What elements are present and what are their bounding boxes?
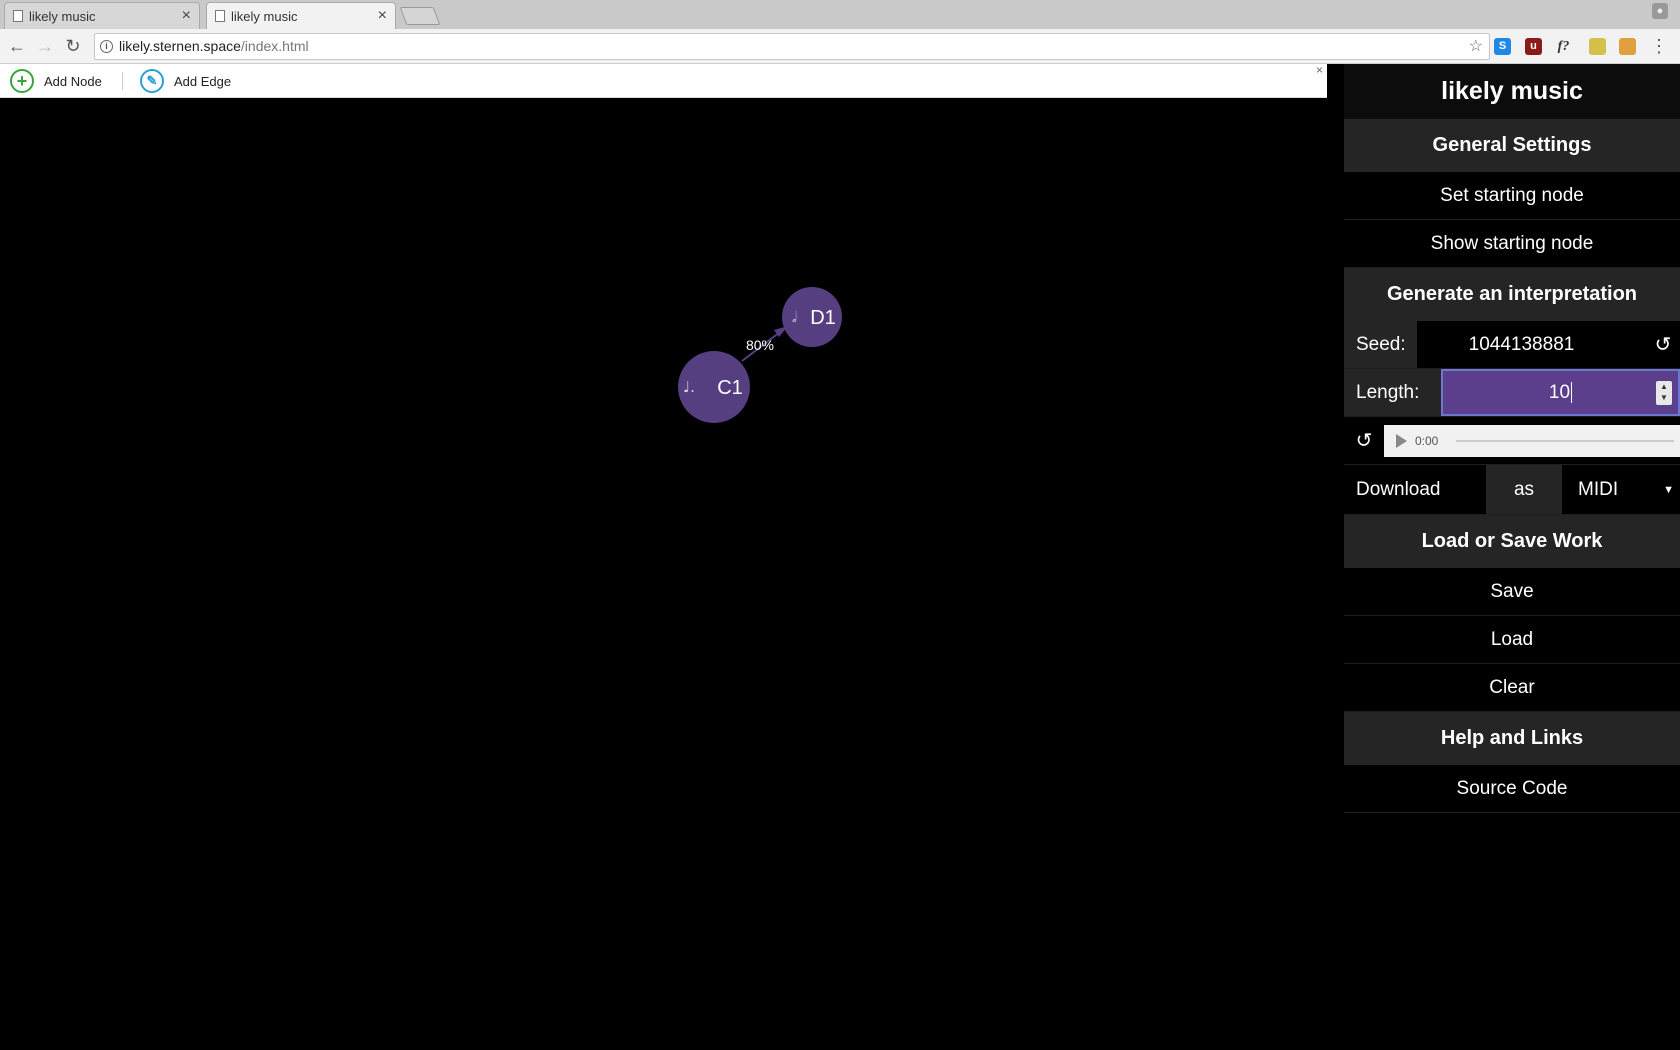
add-node-label: Add Node [44,73,102,89]
audio-row: ↺ 0:00 [1344,417,1680,465]
general-settings-header: General Settings [1344,119,1680,172]
tab-title: likely music [231,8,298,24]
source-code-link[interactable]: Source Code [1344,765,1680,813]
graph-node-c1[interactable]: ♩. C1 [678,351,750,423]
add-node-button[interactable]: + Add Node [10,68,102,94]
audio-player[interactable]: 0:00 [1384,424,1680,457]
reload-icon[interactable]: ↻ [62,35,84,57]
edge-label: 80% [746,337,774,353]
font-extension-icon[interactable]: f? [1555,38,1572,55]
node-note-icon: ♩. [683,378,695,396]
play-icon[interactable] [1396,433,1407,448]
format-select[interactable]: MIDI ▼ [1562,465,1680,514]
close-tab-icon[interactable]: × [182,7,191,25]
add-edge-label: Add Edge [174,73,232,89]
app-title: likely music [1344,64,1680,119]
set-starting-node-button[interactable]: Set starting node [1344,172,1680,220]
browser-tabstrip: likely music × likely music × ● [0,0,1680,29]
url-path: /index.html [240,38,309,54]
page-icon [13,10,23,22]
audio-time: 0:00 [1415,433,1439,448]
info-icon[interactable]: i [100,40,113,53]
help-header: Help and Links [1344,712,1680,765]
show-starting-node-button[interactable]: Show starting node [1344,220,1680,268]
length-value: 10 [1548,382,1571,403]
avatar-extension-icon[interactable] [1619,38,1636,55]
audio-progress-bar[interactable] [1456,439,1674,442]
dropdown-caret-icon: ▼ [1663,484,1674,496]
add-edge-icon: ✎ [140,69,164,93]
seed-row: Seed: 1044138881 ↺ [1344,321,1680,369]
load-button[interactable]: Load [1344,616,1680,664]
toolbar-divider [122,72,123,90]
close-toolbar-icon[interactable]: × [1316,63,1323,77]
format-value: MIDI [1578,479,1619,500]
sidebar: likely music General Settings Set starti… [1344,64,1680,813]
ublock-extension-icon[interactable]: u [1525,38,1542,55]
tab-title: likely music [29,8,96,24]
add-edge-button[interactable]: ✎ Add Edge [140,68,231,94]
length-stepper[interactable]: ▲ ▼ [1656,381,1672,405]
length-label: Length: [1344,369,1441,416]
skype-extension-icon[interactable]: S [1494,38,1511,55]
text-cursor [1571,382,1573,403]
seed-input[interactable]: 1044138881 [1417,321,1646,368]
hat-extension-icon[interactable] [1589,38,1606,55]
seed-label: Seed: [1344,321,1417,368]
back-icon[interactable]: ← [6,35,28,57]
browser-menu-icon[interactable]: ⋮ [1650,36,1668,57]
graph-svg[interactable]: 80% 𝅗𝅥 D1 ♩. C1 [0,98,1327,1050]
graph-canvas[interactable]: 80% 𝅗𝅥 D1 ♩. C1 [0,98,1327,1050]
graph-node-d1[interactable]: 𝅗𝅥 D1 [782,287,842,347]
reroll-seed-icon[interactable]: ↺ [1646,321,1680,368]
graph-toolbar: + Add Node ✎ Add Edge × [0,63,1327,98]
node-label: D1 [810,307,836,329]
add-node-icon: + [10,69,34,93]
url-host: likely.sternen.space [119,38,241,54]
node-label: C1 [717,377,743,399]
address-bar[interactable]: i likely.sternen.space/index.html ☆ [94,33,1490,60]
browser-toolbar: ← → ↻ i likely.sternen.space/index.html … [0,29,1680,64]
page-icon [215,10,225,22]
forward-icon[interactable]: → [34,35,56,57]
download-button[interactable]: Download [1344,465,1486,514]
browser-tab[interactable]: likely music × [4,2,200,29]
load-save-header: Load or Save Work [1344,515,1680,568]
generate-header: Generate an interpretation [1344,268,1680,321]
save-button[interactable]: Save [1344,568,1680,616]
as-label: as [1486,465,1562,514]
browser-tab-active[interactable]: likely music × [206,2,396,29]
new-tab-button[interactable] [399,7,441,25]
download-row: Download as MIDI ▼ [1344,465,1680,515]
bookmark-star-icon[interactable]: ☆ [1469,34,1483,59]
close-tab-icon[interactable]: × [378,7,387,25]
length-input[interactable]: 10 ▲ ▼ [1441,369,1680,416]
profile-icon[interactable]: ● [1652,3,1668,19]
clear-button[interactable]: Clear [1344,664,1680,712]
node-note-icon: 𝅗𝅥 [792,308,797,326]
regenerate-audio-icon[interactable]: ↺ [1344,428,1384,453]
length-row: Length: 10 ▲ ▼ [1344,369,1680,417]
